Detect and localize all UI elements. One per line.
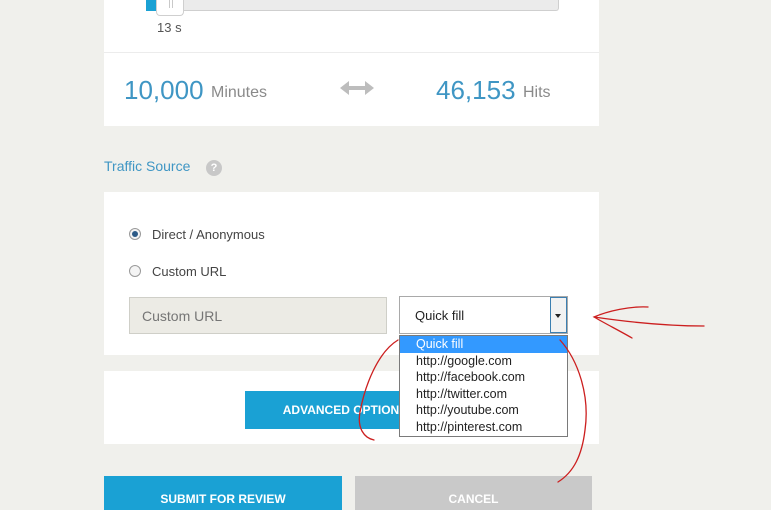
submit-for-review-button[interactable]: SUBMIT FOR REVIEW bbox=[104, 476, 342, 510]
cancel-button[interactable]: CANCEL bbox=[355, 476, 592, 510]
dropdown-option-youtube[interactable]: http://youtube.com bbox=[400, 402, 567, 419]
traffic-source-title: Traffic Source bbox=[104, 158, 191, 174]
direct-anonymous-label[interactable]: Direct / Anonymous bbox=[152, 227, 265, 242]
minutes-unit: Minutes bbox=[211, 84, 268, 101]
double-arrow-icon bbox=[340, 81, 374, 95]
quick-fill-dropdown-list: Quick fill http://google.com http://face… bbox=[399, 335, 568, 437]
stats-card: 10,000 Minutes 46,153 Hits bbox=[104, 52, 599, 126]
minutes-value: 10,000 bbox=[124, 75, 204, 105]
chevron-down-icon[interactable] bbox=[550, 297, 567, 333]
dropdown-option-twitter[interactable]: http://twitter.com bbox=[400, 386, 567, 403]
duration-slider-card: 13 s bbox=[104, 0, 599, 52]
quick-fill-select[interactable]: Quick fill bbox=[399, 296, 568, 334]
direct-anonymous-radio[interactable] bbox=[129, 228, 141, 240]
duration-slider-handle[interactable] bbox=[156, 0, 184, 16]
traffic-source-card: Direct / Anonymous Custom URL Quick fill bbox=[104, 192, 599, 355]
hits-unit: Hits bbox=[523, 84, 551, 101]
custom-url-radio[interactable] bbox=[129, 265, 141, 277]
duration-slider-track[interactable] bbox=[146, 0, 559, 11]
custom-url-label[interactable]: Custom URL bbox=[152, 264, 226, 279]
quick-fill-selected-value: Quick fill bbox=[415, 308, 465, 323]
duration-slider-value: 13 s bbox=[157, 20, 182, 35]
dropdown-option-google[interactable]: http://google.com bbox=[400, 353, 567, 370]
dropdown-option-facebook[interactable]: http://facebook.com bbox=[400, 369, 567, 386]
duration-slider-fill bbox=[146, 0, 156, 11]
question-icon[interactable]: ? bbox=[206, 160, 222, 176]
custom-url-input[interactable] bbox=[129, 297, 387, 334]
dropdown-option-quick-fill[interactable]: Quick fill bbox=[400, 336, 567, 353]
hits-value: 46,153 bbox=[436, 75, 516, 105]
dropdown-option-pinterest[interactable]: http://pinterest.com bbox=[400, 419, 567, 436]
